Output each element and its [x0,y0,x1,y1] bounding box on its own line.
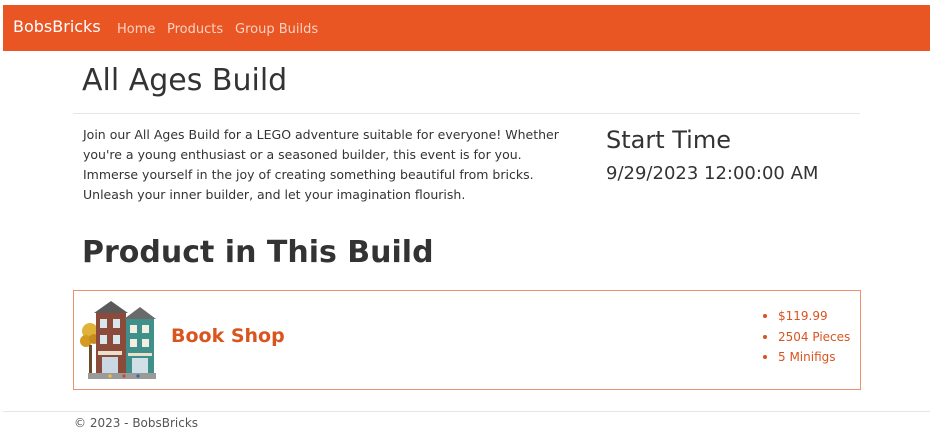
build-description: Join our All Ages Build for a LEGO adven… [83,127,559,202]
start-time-label: Start Time [606,126,731,154]
start-time-value: 9/29/2023 12:00:00 AM [606,163,819,184]
title-divider [73,113,860,114]
footer-copyright: © 2023 - BobsBricks [74,416,199,430]
nav-link-group-builds[interactable]: Group Builds [235,22,318,37]
product-card[interactable]: Book Shop $119.99 2504 Pieces 5 Minifigs [73,290,861,390]
book-shop-set-image[interactable] [80,295,166,383]
page-title: All Ages Build [82,63,288,98]
product-section-heading: Product in This Build [82,235,434,270]
top-navbar: BobsBricks Home Products Group Builds [3,5,930,51]
nav-link-home[interactable]: Home [117,22,155,37]
nav-link-products[interactable]: Products [167,22,223,37]
product-price: $119.99 [763,306,850,327]
brand-link[interactable]: BobsBricks [13,17,101,36]
product-specs-list: $119.99 2504 Pieces 5 Minifigs [763,306,850,368]
footer-divider [3,411,930,412]
product-piece-count: 2504 Pieces [763,327,850,348]
product-minifig-count: 5 Minifigs [763,347,850,368]
page-frame: BobsBricks Home Products Group Builds Al… [3,5,930,438]
product-name-link[interactable]: Book Shop [171,325,285,347]
